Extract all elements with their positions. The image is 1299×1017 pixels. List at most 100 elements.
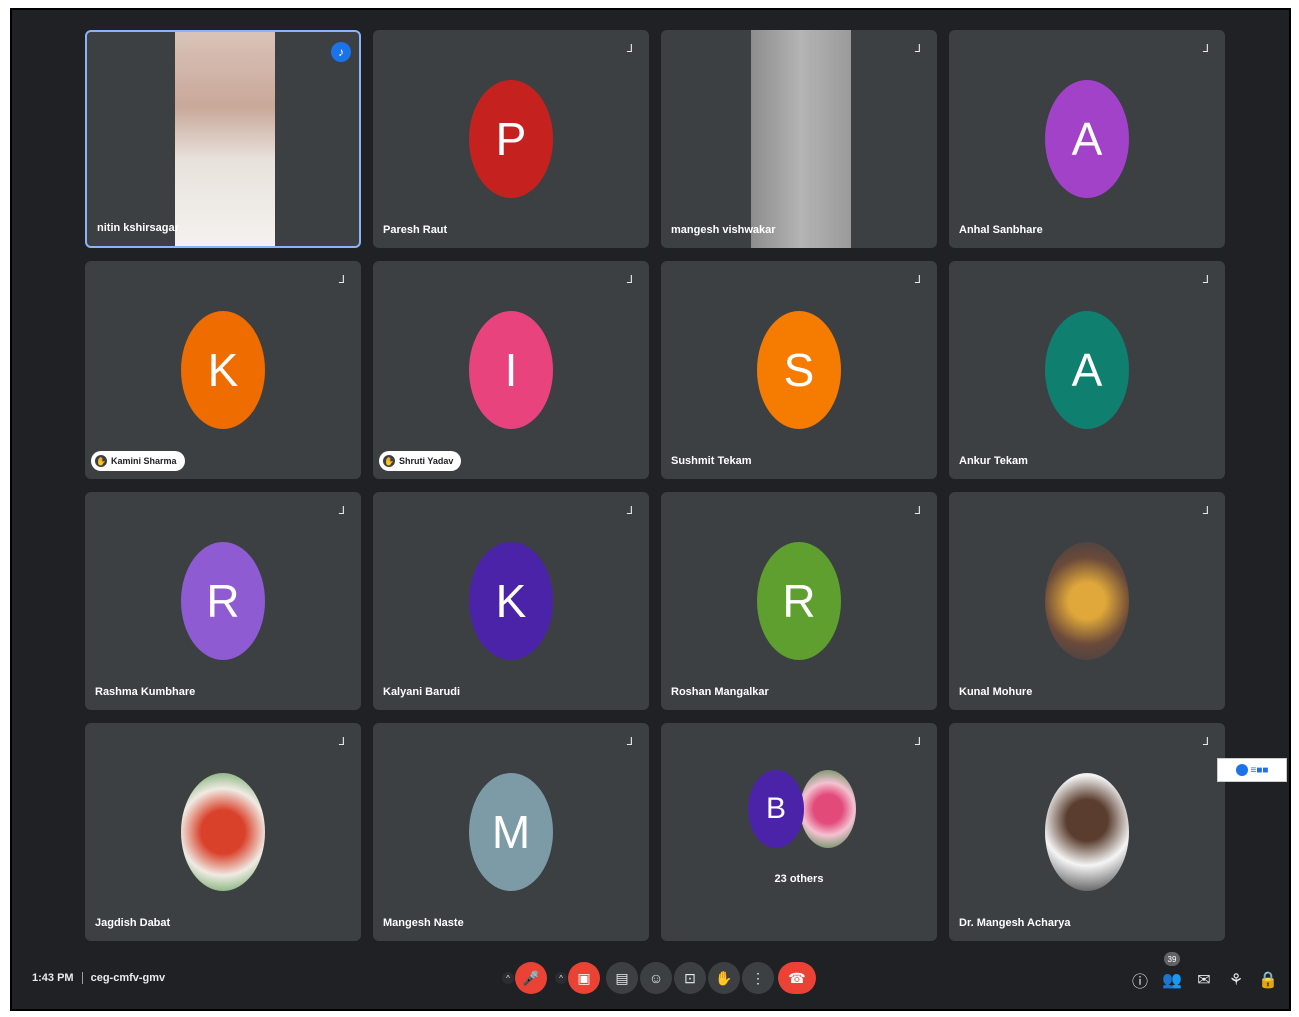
- more-icon: ⋮: [751, 969, 765, 986]
- video-feed: [175, 32, 275, 246]
- avatar: P: [469, 80, 553, 198]
- speaking-indicator-icon: ♪: [331, 42, 351, 62]
- participant-tile[interactable]: R ⅃ Rashma Kumbhare: [85, 492, 361, 710]
- participant-tile[interactable]: K ⅃ ✋ Kamini Sharma: [85, 261, 361, 479]
- mic-off-icon: 🎤: [522, 969, 540, 986]
- meet-window: ♪ nitin kshirsagar P ⅃ Paresh Raut ⅃ mangesh v…: [10, 8, 1291, 1011]
- participant-name: Mangesh Naste: [383, 917, 464, 929]
- chat-icon: ✉: [1197, 972, 1211, 989]
- participant-tile[interactable]: A ⅃ Anhal Sanbhare: [949, 30, 1225, 248]
- participant-grid: ♪ nitin kshirsagar P ⅃ Paresh Raut ⅃ mangesh v…: [85, 30, 1225, 942]
- pin-icon: ✋: [95, 455, 107, 467]
- avatar: A: [1045, 311, 1129, 429]
- participant-name: Kamini Sharma: [111, 456, 177, 466]
- participant-tile[interactable]: ⅃ Kunal Mohure: [949, 492, 1225, 710]
- mic-muted-icon: ⅃: [1202, 274, 1210, 286]
- people-icon: 👥: [1162, 972, 1182, 989]
- emoji-button[interactable]: ☺: [640, 962, 672, 994]
- host-controls-button[interactable]: 🔒: [1258, 970, 1278, 990]
- mic-muted-icon: ⅃: [626, 43, 634, 55]
- camera-off-icon: ▣: [577, 969, 591, 986]
- participant-tile[interactable]: I ⅃ ✋ Shruti Yadav: [373, 261, 649, 479]
- lock-icon: 🔒: [1258, 972, 1278, 989]
- avatar: R: [757, 542, 841, 660]
- participant-name-pill: ✋ Kamini Sharma: [91, 451, 185, 471]
- participant-tile[interactable]: R ⅃ Roshan Mangalkar: [661, 492, 937, 710]
- bottom-toolbar: 1:43 PM ceg-cmfv-gmv ^ 🎤 ^ ▣ ▤ ☺ ⊡ ✋ ⋮ ☎ …: [12, 950, 1289, 1009]
- participant-name: nitin kshirsagar: [97, 222, 179, 234]
- others-count-label: 23 others: [774, 873, 824, 885]
- present-button[interactable]: ⊡: [674, 962, 706, 994]
- avatar: K: [469, 542, 553, 660]
- participant-name: Anhal Sanbhare: [959, 224, 1043, 236]
- mic-muted-icon: ⅃: [1202, 505, 1210, 517]
- participant-tile[interactable]: S ⅃ Sushmit Tekam: [661, 261, 937, 479]
- participant-name: Paresh Raut: [383, 224, 448, 236]
- participant-tile[interactable]: A ⅃ Ankur Tekam: [949, 261, 1225, 479]
- meeting-code: ceg-cmfv-gmv: [90, 972, 166, 984]
- avatar-profile-photo: [1045, 773, 1129, 891]
- participants-count-badge: 39: [1164, 952, 1180, 966]
- chat-button[interactable]: ✉: [1194, 970, 1214, 990]
- participant-name: Roshan Mangalkar: [671, 686, 769, 698]
- more-options-button[interactable]: ⋮: [742, 962, 774, 994]
- mic-button[interactable]: 🎤: [515, 962, 547, 994]
- mic-muted-icon: ⅃: [626, 505, 634, 517]
- clock-time: 1:43 PM: [32, 972, 74, 984]
- participant-tile[interactable]: ♪ nitin kshirsagar: [85, 30, 361, 248]
- avatar-flower-photo: [800, 770, 856, 848]
- present-icon: ⊡: [684, 969, 696, 986]
- video-feed: [751, 30, 851, 248]
- mic-muted-icon: ⅃: [338, 505, 346, 517]
- participant-name: Rashma Kumbhare: [95, 686, 196, 698]
- participant-tile[interactable]: ⅃ Jagdish Dabat: [85, 723, 361, 941]
- participant-tile[interactable]: ⅃ Dr. Mangesh Acharya: [949, 723, 1225, 941]
- participant-name: Jagdish Dabat: [95, 917, 171, 929]
- participant-tile[interactable]: M ⅃ Mangesh Naste: [373, 723, 649, 941]
- avatar: K: [181, 311, 265, 429]
- participant-tile[interactable]: B ⅃ 23 others: [661, 723, 937, 941]
- mic-muted-icon: ⅃: [914, 505, 922, 517]
- mic-muted-icon: ⅃: [626, 274, 634, 286]
- participant-tile[interactable]: P ⅃ Paresh Raut: [373, 30, 649, 248]
- mic-muted-icon: ⅃: [1202, 736, 1210, 748]
- info-icon: ⓘ: [1131, 974, 1148, 991]
- camera-options-button[interactable]: ^: [555, 972, 567, 984]
- avatar: M: [469, 773, 553, 891]
- avatar: R: [181, 542, 265, 660]
- avatar: S: [757, 311, 841, 429]
- emoji-icon: ☺: [648, 970, 664, 986]
- participant-name: Ankur Tekam: [959, 455, 1028, 467]
- avatar-person-photo: [1045, 542, 1129, 660]
- avatar: A: [1045, 80, 1129, 198]
- participant-name: Sushmit Tekam: [671, 455, 752, 467]
- participant-name: Kunal Mohure: [959, 686, 1033, 698]
- people-button[interactable]: 👥: [1162, 970, 1182, 990]
- info-button[interactable]: ⓘ: [1130, 970, 1150, 991]
- activities-icon: ⚘: [1228, 972, 1244, 989]
- mic-options-button[interactable]: ^: [502, 972, 514, 984]
- avatar: B: [748, 770, 804, 848]
- captions-button[interactable]: ▤: [606, 962, 638, 994]
- avatar-emblem-photo: [181, 773, 265, 891]
- participant-name: mangesh vishwakar: [671, 224, 776, 236]
- end-call-button[interactable]: ☎: [778, 962, 816, 994]
- participant-name: Shruti Yadav: [399, 456, 454, 466]
- raise-hand-button[interactable]: ✋: [708, 962, 740, 994]
- participant-tile[interactable]: ⅃ mangesh vishwakar: [661, 30, 937, 248]
- mic-muted-icon: ⅃: [338, 736, 346, 748]
- mic-muted-icon: ⅃: [914, 274, 922, 286]
- pin-icon: ✋: [383, 455, 395, 467]
- mic-muted-icon: ⅃: [338, 274, 346, 286]
- mic-muted-icon: ⅃: [1202, 43, 1210, 55]
- end-call-icon: ☎: [788, 969, 806, 986]
- activities-button[interactable]: ⚘: [1226, 970, 1246, 990]
- participant-name-pill: ✋ Shruti Yadav: [379, 451, 462, 471]
- mic-muted-icon: ⅃: [626, 736, 634, 748]
- participant-name: Dr. Mangesh Acharya: [959, 917, 1071, 929]
- mic-muted-icon: ⅃: [914, 43, 922, 55]
- meeting-info: 1:43 PM ceg-cmfv-gmv: [32, 972, 166, 985]
- participant-tile[interactable]: K ⅃ Kalyani Barudi: [373, 492, 649, 710]
- avatar: I: [469, 311, 553, 429]
- camera-button[interactable]: ▣: [568, 962, 600, 994]
